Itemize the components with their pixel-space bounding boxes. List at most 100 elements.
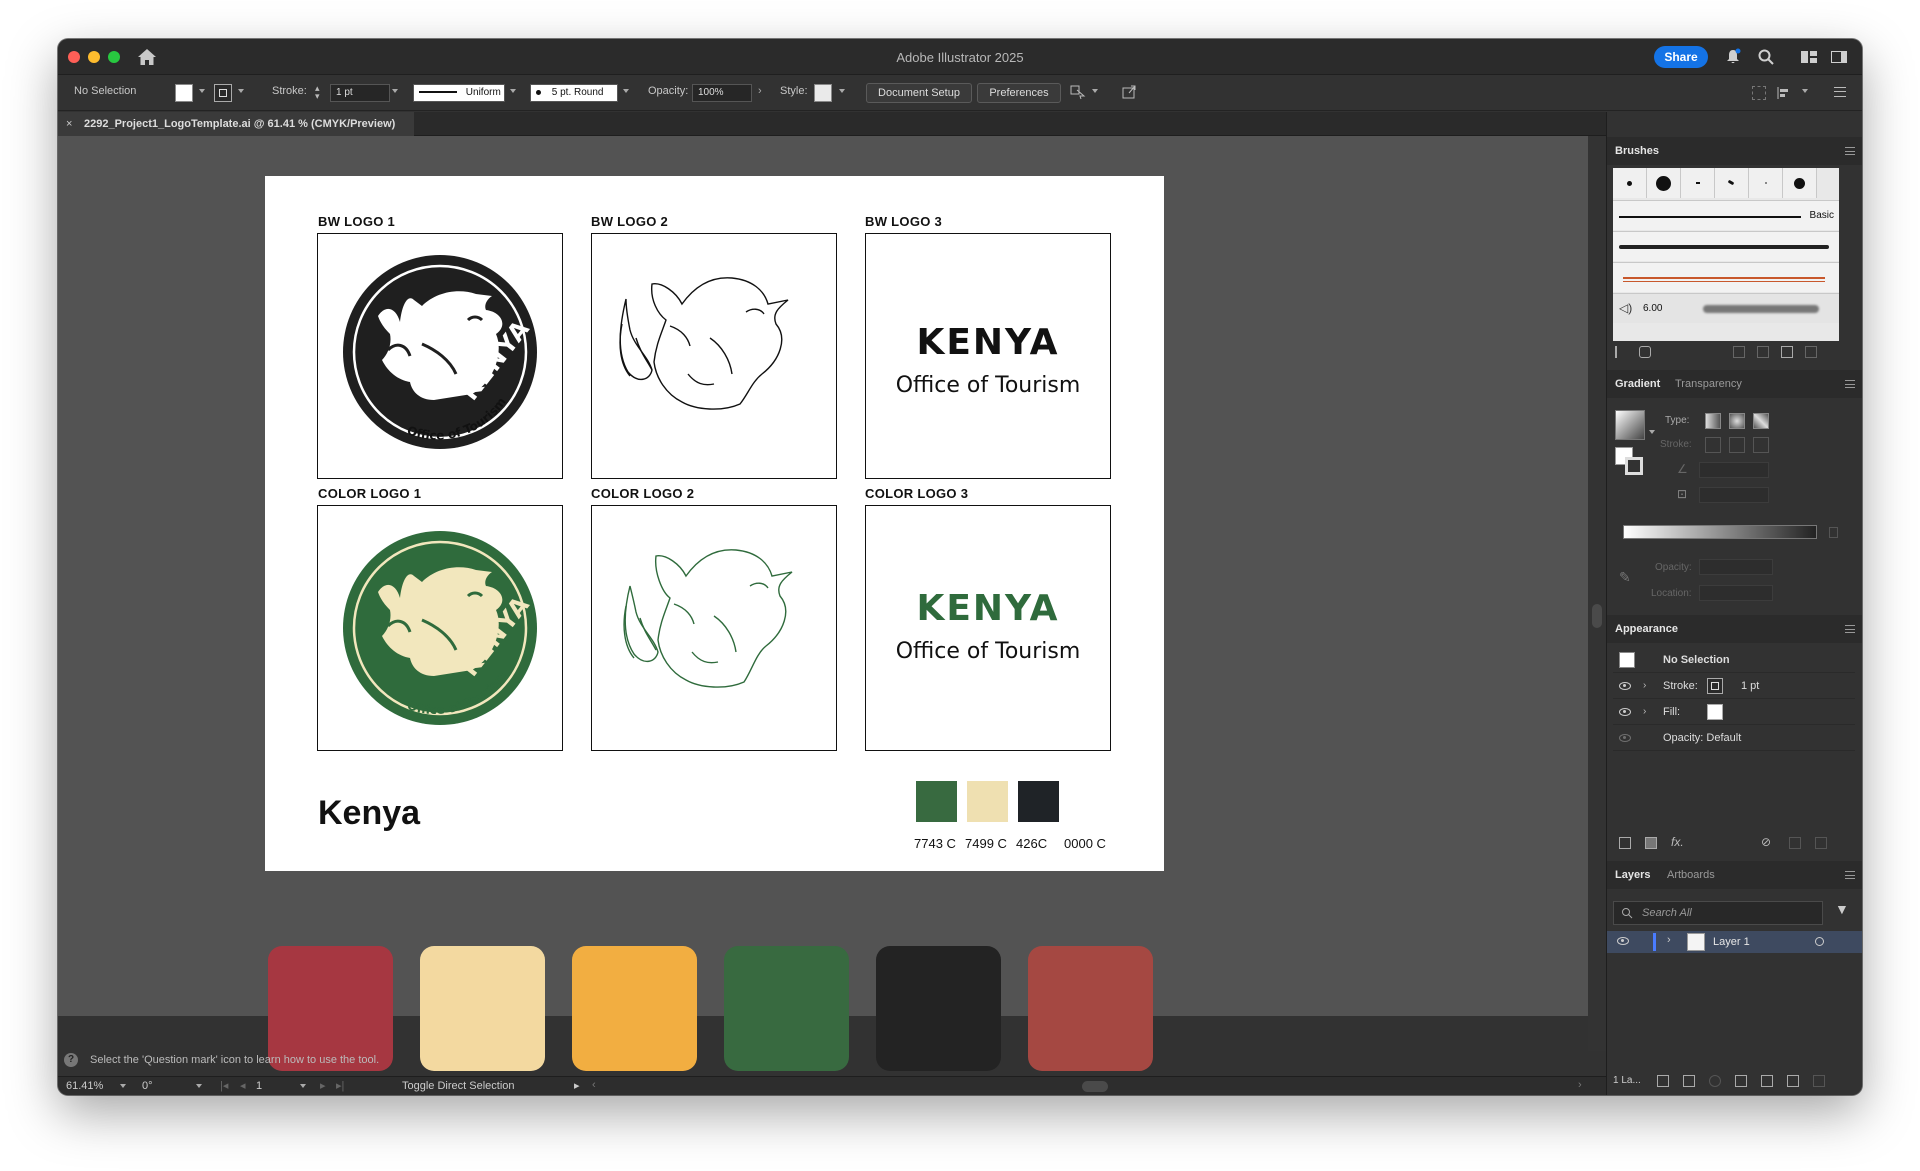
- artboards-tab[interactable]: Artboards: [1667, 869, 1715, 881]
- appearance-tab[interactable]: Appearance: [1615, 623, 1678, 635]
- brush-size-row[interactable]: ◁) 6.00: [1613, 293, 1839, 323]
- scroll-thumb[interactable]: [1592, 604, 1602, 628]
- brush-basic-row[interactable]: Basic: [1613, 200, 1839, 230]
- color-logo-3-frame[interactable]: KENYA Office of Tourism: [865, 505, 1111, 751]
- visibility-eye-icon[interactable]: [1619, 682, 1631, 690]
- share-button[interactable]: Share: [1654, 46, 1708, 68]
- bw-logo-3-frame[interactable]: KENYA Office of Tourism: [865, 233, 1111, 479]
- align-icon[interactable]: [1752, 86, 1766, 100]
- layers-search-input[interactable]: Search All: [1613, 901, 1823, 925]
- appearance-fill-row[interactable]: › Fill:: [1613, 699, 1855, 725]
- gradient-preview-swatch[interactable]: [1615, 410, 1645, 440]
- chevron-down-icon[interactable]: [199, 89, 205, 93]
- scroll-right-icon[interactable]: ›: [1578, 1079, 1582, 1091]
- stroke-swatch[interactable]: [214, 84, 232, 102]
- visibility-eye-icon[interactable]: [1619, 708, 1631, 716]
- new-layer-icon[interactable]: [1787, 1075, 1799, 1087]
- artboard-number[interactable]: 1: [256, 1080, 262, 1092]
- add-stroke-icon[interactable]: [1619, 837, 1631, 849]
- chevron-down-icon[interactable]: [839, 89, 845, 93]
- stroke-color-swatch[interactable]: [1707, 678, 1723, 694]
- delete-item-icon[interactable]: [1815, 837, 1827, 849]
- brush-faint[interactable]: [1749, 168, 1783, 198]
- visibility-eye-icon[interactable]: [1617, 937, 1629, 945]
- panel-menu-icon[interactable]: [1834, 87, 1846, 97]
- artboard[interactable]: BW LOGO 1 BW LOGO 2 BW LOGO 3 KENYA Offi…: [265, 176, 1164, 871]
- chevron-right-icon[interactable]: ›: [1643, 680, 1646, 691]
- brush-library-icon[interactable]: [1615, 346, 1627, 358]
- duplicate-item-icon[interactable]: [1789, 837, 1801, 849]
- close-tab-icon[interactable]: ×: [66, 112, 72, 136]
- fill-swatch[interactable]: [175, 84, 193, 102]
- appearance-stroke-row[interactable]: › Stroke: 1 pt: [1613, 673, 1855, 699]
- layer-row[interactable]: › Layer 1: [1607, 931, 1862, 953]
- brush-definition-select[interactable]: 5 pt. Round: [530, 84, 618, 102]
- panel-menu-icon[interactable]: [1845, 380, 1855, 388]
- filter-icon[interactable]: ▼: [1835, 901, 1849, 917]
- export-icon[interactable]: [1121, 84, 1137, 100]
- layer-target-icon[interactable]: [1815, 937, 1824, 946]
- horizontal-scroll-thumb[interactable]: [1082, 1081, 1108, 1092]
- status-menu-icon[interactable]: ▸: [574, 1079, 580, 1092]
- panel-menu-icon[interactable]: [1845, 625, 1855, 633]
- brush-large-dot[interactable]: [1647, 168, 1681, 198]
- gradient-tab[interactable]: Gradient: [1615, 378, 1660, 390]
- chevron-down-icon[interactable]: [623, 89, 629, 93]
- question-mark-icon[interactable]: ?: [64, 1053, 78, 1067]
- clipping-mask-icon[interactable]: [1735, 1075, 1747, 1087]
- notifications-bell-icon[interactable]: [1724, 48, 1742, 66]
- stroke-stepper-icon[interactable]: ▴ ▾: [315, 84, 325, 102]
- select-similar-icon[interactable]: [1070, 84, 1086, 100]
- brush-charcoal-row[interactable]: [1613, 231, 1839, 261]
- opacity-input[interactable]: 100%: [692, 84, 752, 102]
- delete-brush-icon[interactable]: [1805, 346, 1817, 358]
- layer-name[interactable]: Layer 1: [1713, 936, 1750, 948]
- fill-color-swatch[interactable]: [1707, 704, 1723, 720]
- delete-layer-icon[interactable]: [1813, 1075, 1825, 1087]
- chevron-down-icon[interactable]: [120, 1084, 126, 1088]
- document-tab[interactable]: × 2292_Project1_LogoTemplate.ai @ 61.41 …: [58, 112, 414, 136]
- last-artboard-icon[interactable]: ▸|: [336, 1079, 344, 1092]
- fill-stroke-proxy[interactable]: [1615, 447, 1645, 477]
- clear-appearance-icon[interactable]: ⊘: [1761, 835, 1771, 849]
- zoom-level[interactable]: 61.41%: [66, 1080, 103, 1092]
- workspace-switcher-icon[interactable]: [1800, 48, 1818, 66]
- chevron-down-icon[interactable]: [1802, 89, 1808, 93]
- eyedropper-icon[interactable]: ✎: [1619, 569, 1631, 586]
- fx-icon[interactable]: fx.: [1671, 835, 1684, 849]
- freeform-gradient-icon[interactable]: [1753, 413, 1769, 429]
- preferences-button[interactable]: Preferences: [977, 83, 1061, 103]
- gradient-slider[interactable]: [1623, 525, 1817, 539]
- new-sublayer-icon[interactable]: [1761, 1075, 1773, 1087]
- brush-arrow-row[interactable]: [1613, 262, 1839, 292]
- chevron-down-icon[interactable]: [300, 1084, 306, 1088]
- chevron-down-icon[interactable]: [196, 1084, 202, 1088]
- new-brush-icon[interactable]: [1781, 346, 1793, 358]
- chevron-down-icon[interactable]: [510, 89, 516, 93]
- chevron-down-icon[interactable]: [1649, 430, 1655, 434]
- brush-round[interactable]: [1783, 168, 1817, 198]
- libraries-icon[interactable]: [1639, 346, 1651, 358]
- document-setup-button[interactable]: Document Setup: [866, 83, 972, 103]
- panel-layout-icon[interactable]: [1830, 48, 1848, 66]
- stroke-profile-select[interactable]: Uniform: [413, 84, 505, 102]
- transparency-tab[interactable]: Transparency: [1675, 378, 1742, 390]
- chevron-right-icon[interactable]: ›: [1643, 706, 1646, 717]
- brush-calligraphic[interactable]: [1681, 168, 1715, 198]
- color-logo-2-frame[interactable]: [591, 505, 837, 751]
- search-layer-icon[interactable]: [1709, 1075, 1721, 1087]
- pantone-swatch-cream[interactable]: [967, 781, 1008, 822]
- prev-artboard-icon[interactable]: ◂: [240, 1079, 246, 1092]
- brush-small-dot[interactable]: [1613, 168, 1647, 198]
- search-icon[interactable]: [1757, 48, 1775, 66]
- linear-gradient-icon[interactable]: [1705, 413, 1721, 429]
- visibility-eye-icon[interactable]: [1619, 734, 1631, 742]
- scroll-left-icon[interactable]: ‹: [592, 1079, 596, 1091]
- stroke-weight-input[interactable]: 1 pt: [330, 84, 390, 102]
- remove-brush-icon[interactable]: [1733, 346, 1745, 358]
- appearance-opacity-row[interactable]: Opacity: Default: [1613, 725, 1855, 751]
- panel-menu-icon[interactable]: [1845, 147, 1855, 155]
- bw-logo-2-frame[interactable]: [591, 233, 837, 479]
- pantone-swatch-dark[interactable]: [1018, 781, 1059, 822]
- chevron-down-icon[interactable]: [392, 89, 398, 93]
